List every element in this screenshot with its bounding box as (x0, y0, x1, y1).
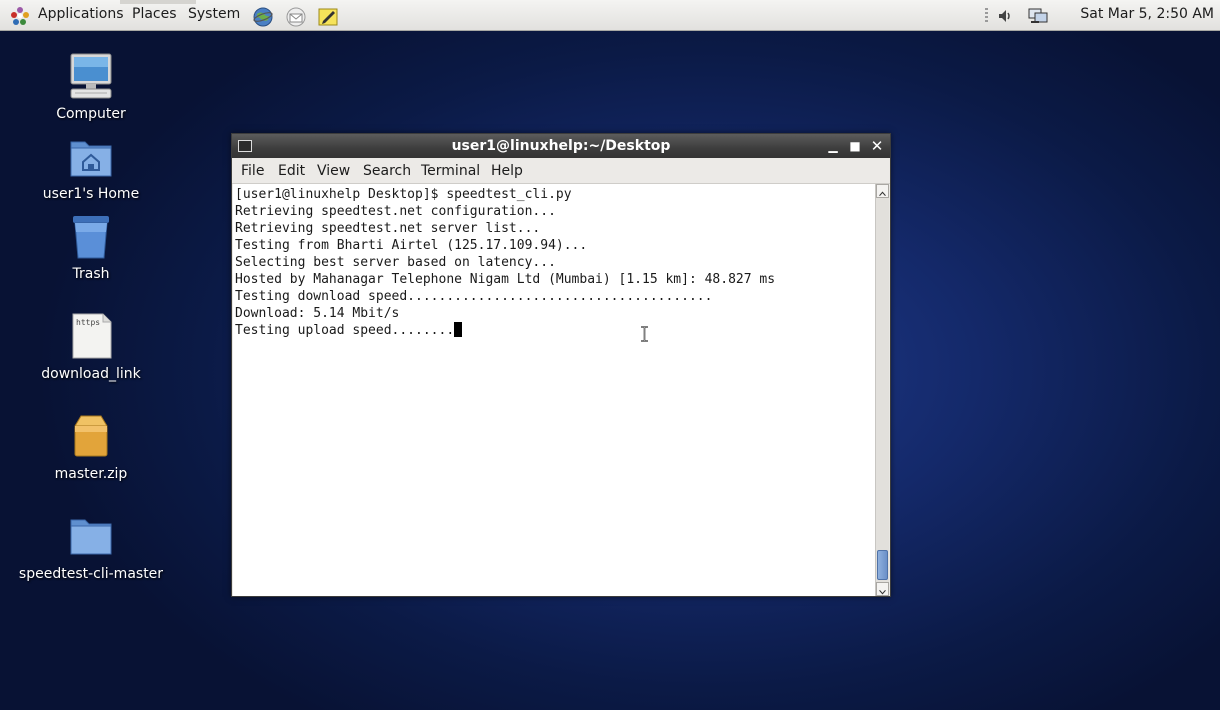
web-browser-icon[interactable] (252, 6, 274, 28)
desktop-icon-label: download_link (41, 366, 141, 382)
home-folder-icon (70, 141, 112, 177)
desktop-icon-computer[interactable]: Computer (16, 52, 166, 122)
terminal-line: Retrieving speedtest.net server list... (235, 221, 541, 236)
menu-view[interactable]: View (317, 163, 350, 179)
desktop-icon-label: user1's Home (42, 186, 140, 202)
network-icon[interactable] (1028, 7, 1048, 25)
tray-separator (985, 8, 988, 24)
close-icon[interactable]: ✕ (870, 139, 884, 154)
terminal-line: [user1@linuxhelp Desktop]$ speedtest_cli… (235, 187, 572, 202)
scroll-thumb[interactable] (877, 550, 888, 580)
menu-search[interactable]: Search (363, 163, 411, 179)
top-panel: Applications Places System Sat Mar 5, 2:… (0, 0, 1220, 31)
panel-top-strip (120, 0, 196, 4)
trash-icon (73, 216, 109, 259)
terminal-line: Hosted by Mahanagar Telephone Nigam Ltd … (235, 272, 776, 287)
desktop-icon-master-zip[interactable]: master.zip (16, 412, 166, 482)
menu-terminal[interactable]: Terminal (421, 163, 480, 179)
desktop-icon-home[interactable]: user1's Home (16, 132, 166, 202)
terminal-line: Download: 5.14 Mbit/s (235, 306, 400, 321)
terminal-output[interactable]: [user1@linuxhelp Desktop]$ speedtest_cli… (233, 184, 875, 596)
volume-icon[interactable] (996, 7, 1016, 25)
desktop-icon-label: speedtest-cli-master (18, 566, 164, 582)
terminal-line: Testing upload speed........ (235, 323, 455, 338)
terminal-line: Testing from Bharti Airtel (125.17.109.9… (235, 238, 588, 253)
menu-edit[interactable]: Edit (278, 163, 305, 179)
archive-icon (74, 415, 108, 457)
terminal-window[interactable]: user1@linuxhelp:~/Desktop ▁ ■ ✕ File Edi… (231, 133, 891, 597)
terminal-line: Selecting best server based on latency..… (235, 255, 556, 270)
terminal-scrollbar[interactable] (875, 184, 889, 596)
applications-logo-icon[interactable] (10, 6, 30, 26)
panel-clock[interactable]: Sat Mar 5, 2:50 AM (1080, 6, 1214, 22)
terminal-line: Testing download speed..................… (235, 289, 713, 304)
menu-applications[interactable]: Applications (38, 6, 124, 22)
menu-file[interactable]: File (241, 163, 264, 179)
window-titlebar[interactable]: user1@linuxhelp:~/Desktop ▁ ■ ✕ (232, 134, 890, 158)
desktop-icon-label: Trash (72, 266, 110, 282)
terminal-line-current: Testing upload speed........ (235, 322, 775, 339)
text-file-icon: https (72, 313, 112, 359)
computer-icon (70, 53, 112, 99)
mail-client-icon[interactable] (285, 6, 307, 28)
scroll-down-arrow-icon[interactable] (876, 582, 889, 596)
menu-system[interactable]: System (188, 6, 240, 22)
menu-help[interactable]: Help (491, 163, 523, 179)
scroll-up-arrow-icon[interactable] (876, 184, 889, 198)
maximize-icon[interactable]: ■ (848, 139, 862, 153)
folder-icon (70, 519, 112, 555)
ibeam-cursor-icon (641, 326, 648, 342)
window-title: user1@linuxhelp:~/Desktop (451, 138, 671, 154)
terminal-menubar: File Edit View Search Terminal Help (232, 158, 890, 184)
desktop-icon-speedtest-folder[interactable]: speedtest-cli-master (16, 512, 166, 582)
minimize-icon[interactable]: ▁ (826, 139, 840, 153)
desktop-icon-label: master.zip (54, 466, 128, 482)
menu-places[interactable]: Places (132, 6, 177, 22)
desktop-icon-label: Computer (56, 106, 126, 122)
terminal-line: Retrieving speedtest.net configuration..… (235, 204, 556, 219)
desktop-icon-trash[interactable]: Trash (16, 212, 166, 282)
text-cursor (454, 322, 463, 337)
file-tag: https (76, 318, 100, 327)
desktop-icon-download-link[interactable]: https download_link (16, 312, 166, 382)
text-editor-icon[interactable] (317, 6, 339, 28)
